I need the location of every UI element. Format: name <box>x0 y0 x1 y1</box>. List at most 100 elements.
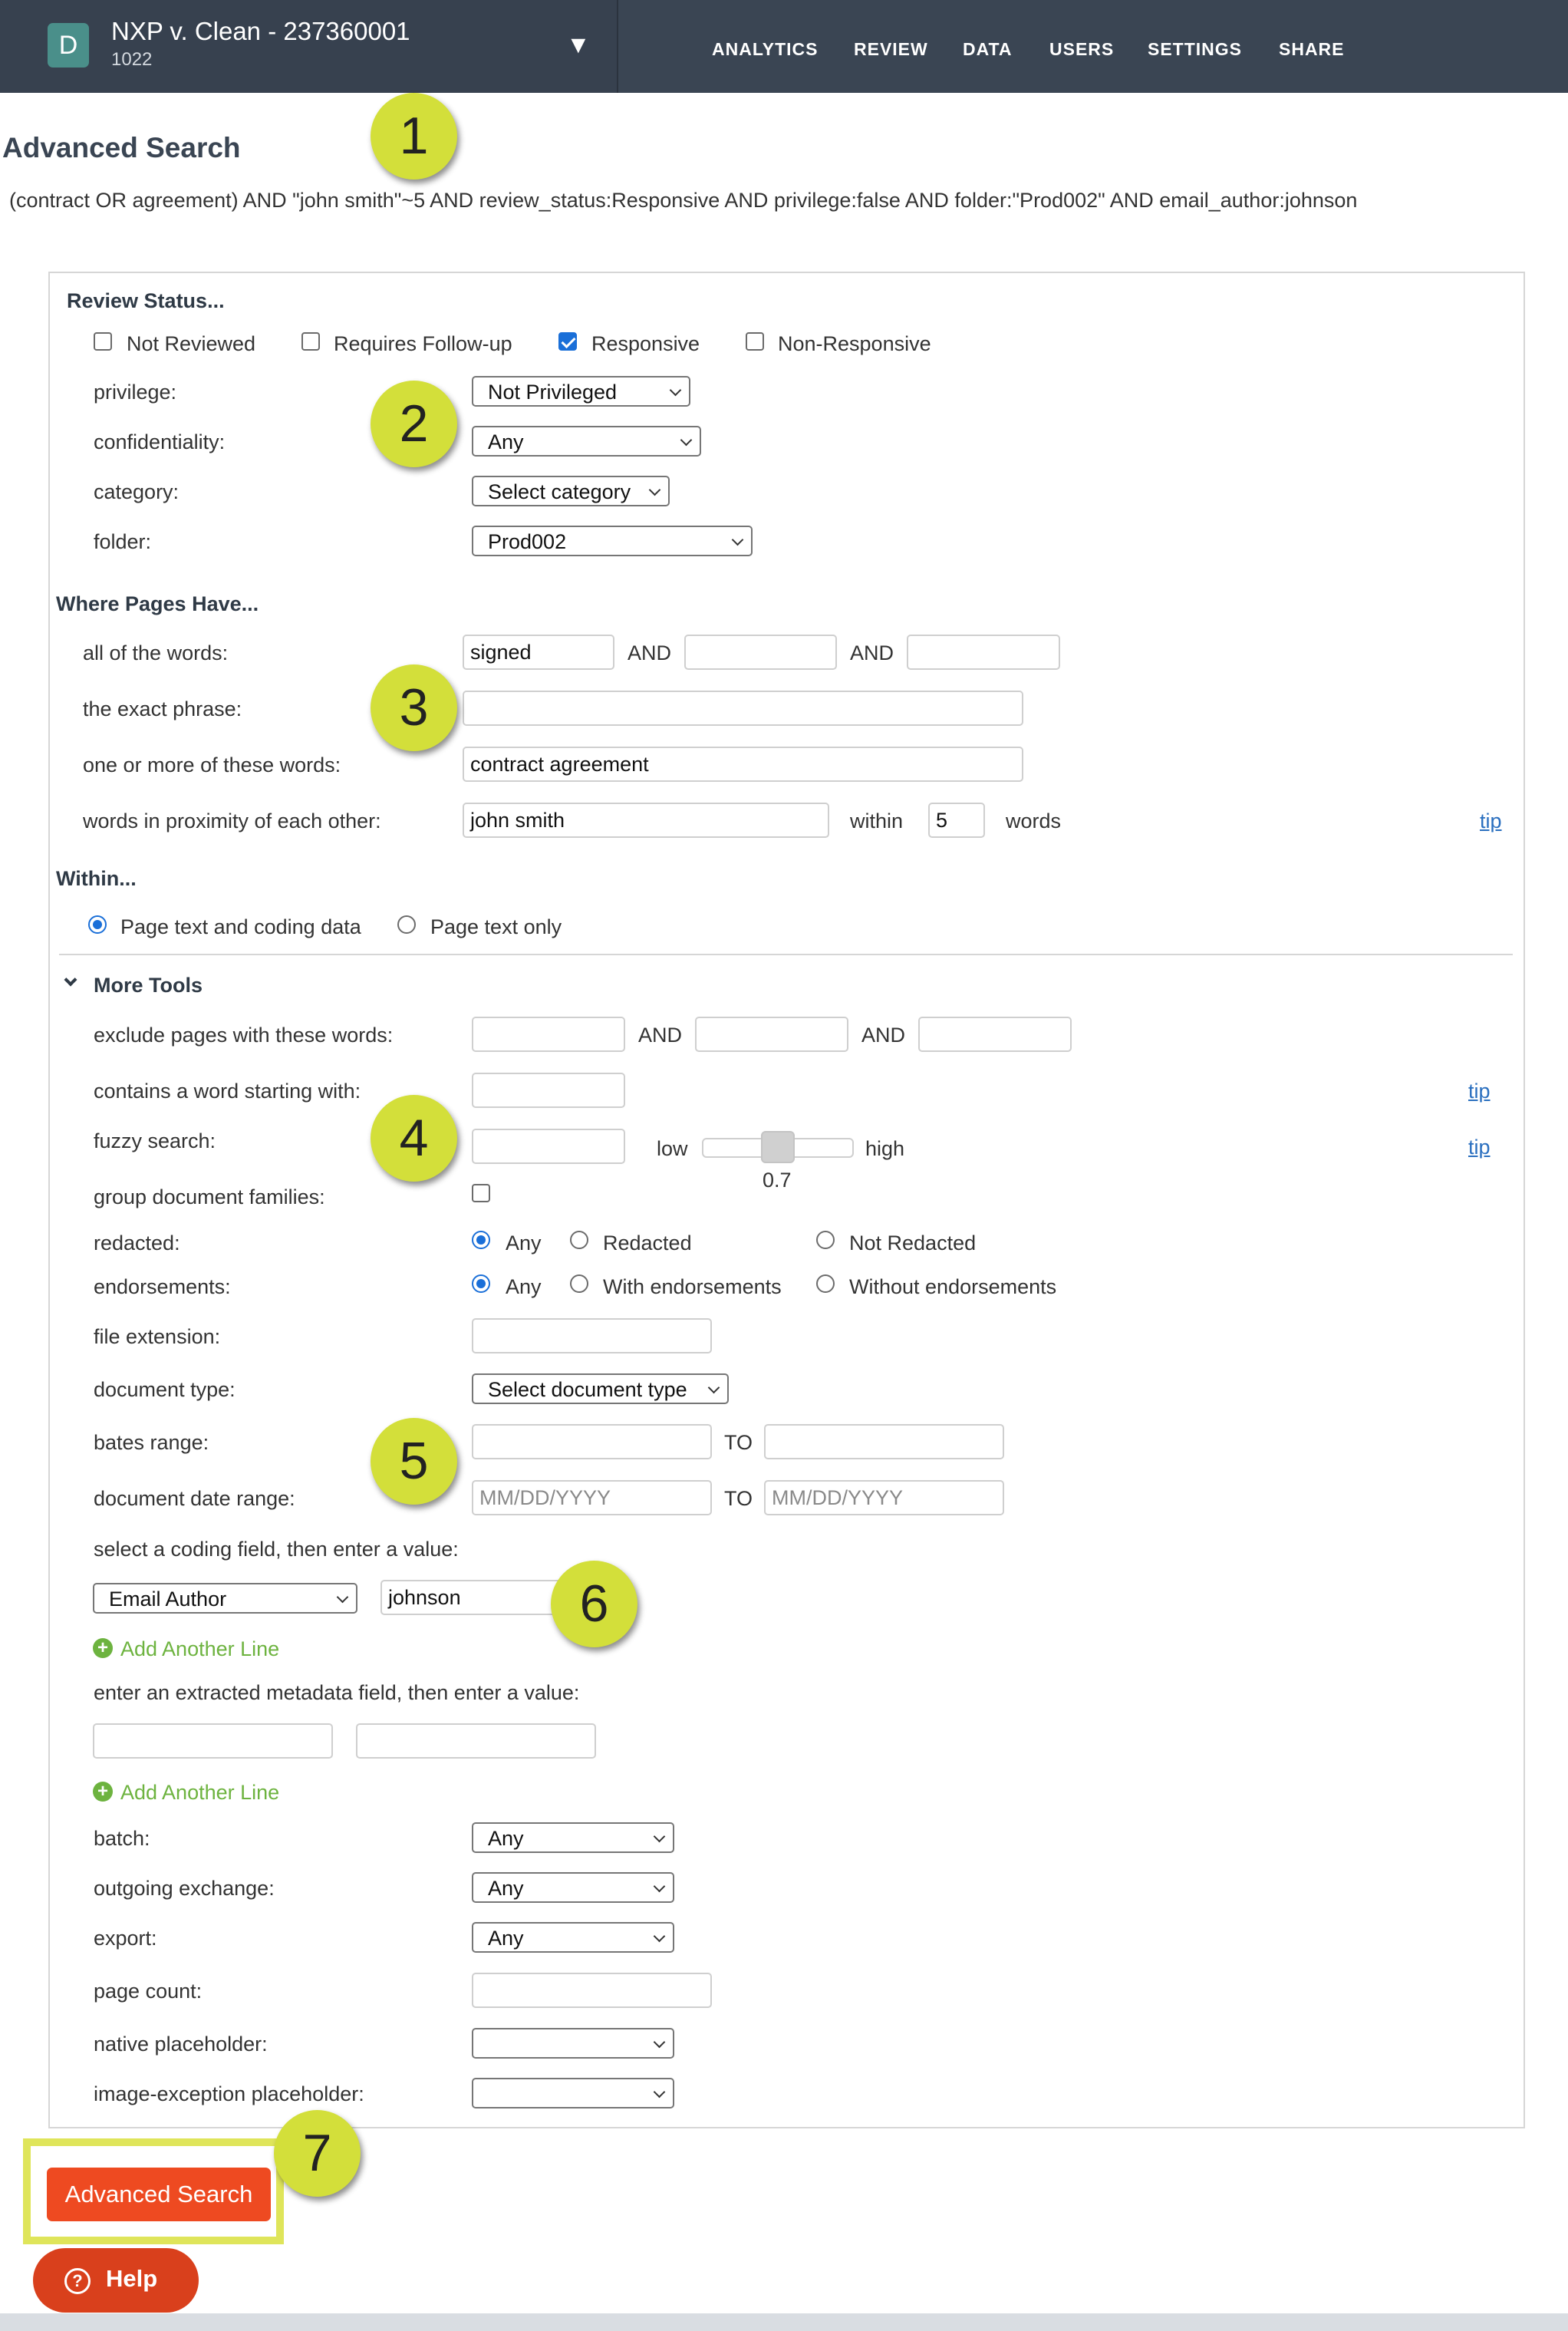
more-tools-toggle[interactable]: More Tools <box>94 974 203 997</box>
coding-field-label: select a coding field, then enter a valu… <box>94 1538 459 1561</box>
all-words-input-2[interactable] <box>684 635 837 670</box>
within-count-input[interactable]: 5 <box>928 803 985 838</box>
radio-page-text-and-coding[interactable] <box>88 915 107 934</box>
section-divider <box>59 954 1513 955</box>
radio-page-text-only[interactable] <box>397 915 416 934</box>
checkbox-not-reviewed[interactable] <box>94 332 112 351</box>
project-avatar: D <box>48 23 89 68</box>
native-placeholder-select[interactable] <box>472 2028 674 2059</box>
image-exception-label: image-exception placeholder: <box>94 2082 364 2105</box>
to-label: TO <box>724 1431 753 1454</box>
document-type-label: document type: <box>94 1378 236 1401</box>
category-select[interactable]: Select category <box>472 476 670 506</box>
redacted-not-redacted-radio[interactable] <box>816 1231 835 1249</box>
outgoing-exchange-label: outgoing exchange: <box>94 1877 275 1900</box>
review-status-heading: Review Status... <box>67 289 225 312</box>
exact-phrase-input[interactable] <box>463 691 1023 726</box>
coding-value-input[interactable]: johnson <box>380 1580 574 1615</box>
all-words-input-3[interactable] <box>907 635 1060 670</box>
checkbox-label: Not Reviewed <box>127 332 256 355</box>
batch-select[interactable]: Any <box>472 1822 674 1853</box>
nav-analytics[interactable]: ANALYTICS <box>712 39 819 60</box>
exclude-input-1[interactable] <box>472 1017 625 1052</box>
step-marker-3: 3 <box>371 664 457 751</box>
fuzzy-search-label: fuzzy search: <box>94 1129 216 1152</box>
radio-label: With endorsements <box>603 1275 782 1298</box>
help-button[interactable]: ? Help <box>33 2248 199 2313</box>
outgoing-exchange-select[interactable]: Any <box>472 1872 674 1903</box>
batch-label: batch: <box>94 1827 150 1850</box>
nav-review[interactable]: REVIEW <box>854 39 928 60</box>
plus-circle-icon[interactable]: + <box>93 1782 113 1802</box>
endorsements-with-radio[interactable] <box>570 1274 588 1293</box>
fuzzy-slider-thumb[interactable] <box>761 1131 795 1163</box>
one-or-more-label: one or more of these words: <box>83 753 341 776</box>
help-label: Help <box>106 2265 158 2292</box>
bates-from-input[interactable] <box>472 1424 712 1459</box>
starting-with-input[interactable] <box>472 1073 625 1108</box>
export-label: export: <box>94 1927 157 1950</box>
checkbox-responsive[interactable] <box>558 332 577 351</box>
fuzzy-low-label: low <box>657 1137 688 1160</box>
exclude-input-3[interactable] <box>918 1017 1072 1052</box>
page-count-label: page count: <box>94 1980 203 2003</box>
confidentiality-select[interactable]: Any <box>472 426 701 457</box>
endorsements-any-radio[interactable] <box>472 1274 490 1293</box>
group-families-checkbox[interactable] <box>472 1184 490 1202</box>
redacted-any-radio[interactable] <box>472 1231 490 1249</box>
radio-label: Any <box>506 1231 542 1255</box>
folder-select[interactable]: Prod002 <box>472 526 753 556</box>
date-from-input[interactable]: MM/DD/YYYY <box>472 1480 712 1515</box>
nav-users[interactable]: USERS <box>1049 39 1114 60</box>
dropdown-caret-icon[interactable]: ▼ <box>566 31 591 59</box>
privilege-label: privilege: <box>94 381 177 404</box>
exclude-words-label: exclude pages with these words: <box>94 1024 394 1047</box>
coding-field-select[interactable]: Email Author <box>93 1583 357 1614</box>
image-exception-select[interactable] <box>472 2078 674 2108</box>
all-words-input-1[interactable]: signed <box>463 635 614 670</box>
privilege-select[interactable]: Not Privileged <box>472 376 690 407</box>
one-or-more-input[interactable]: contract agreement <box>463 747 1023 782</box>
date-to-input[interactable]: MM/DD/YYYY <box>764 1480 1004 1515</box>
metadata-value-input[interactable] <box>356 1723 596 1759</box>
endorsements-without-radio[interactable] <box>816 1274 835 1293</box>
and-label: AND <box>638 1024 683 1047</box>
bates-to-input[interactable] <box>764 1424 1004 1459</box>
checkbox-label: Responsive <box>591 332 700 355</box>
question-icon: ? <box>64 2268 91 2294</box>
checkbox-non-responsive[interactable] <box>746 332 764 351</box>
fuzzy-value: 0.7 <box>763 1169 792 1192</box>
advanced-search-button[interactable]: Advanced Search <box>47 2168 271 2221</box>
document-type-select[interactable]: Select document type <box>472 1373 729 1404</box>
proximity-label: words in proximity of each other: <box>83 809 381 832</box>
exact-phrase-label: the exact phrase: <box>83 697 242 720</box>
words-label: words <box>1006 809 1062 832</box>
page-count-input[interactable] <box>472 1973 712 2008</box>
nav-settings[interactable]: SETTINGS <box>1148 39 1242 60</box>
exclude-input-2[interactable] <box>695 1017 848 1052</box>
category-label: category: <box>94 480 180 503</box>
fuzzy-search-input[interactable] <box>472 1129 625 1164</box>
metadata-field-label: enter an extracted metadata field, then … <box>94 1681 580 1704</box>
plus-circle-icon[interactable]: + <box>93 1638 113 1658</box>
step-marker-2: 2 <box>371 381 457 467</box>
project-switcher[interactable]: D NXP v. Clean - 237360001 1022 ▼ <box>0 0 618 93</box>
redacted-redacted-radio[interactable] <box>570 1231 588 1249</box>
file-extension-input[interactable] <box>472 1318 712 1353</box>
fuzzy-tip-link[interactable]: tip <box>1468 1136 1491 1159</box>
radio-label: Without endorsements <box>849 1275 1057 1298</box>
step-marker-1: 1 <box>371 93 457 180</box>
metadata-field-input[interactable] <box>93 1723 333 1759</box>
proximity-input[interactable]: john smith <box>463 803 829 838</box>
and-label: AND <box>628 641 672 664</box>
bates-range-label: bates range: <box>94 1431 209 1454</box>
proximity-tip-link[interactable]: tip <box>1480 809 1502 833</box>
file-extension-label: file extension: <box>94 1325 221 1348</box>
add-metadata-line-link[interactable]: Add Another Line <box>120 1781 279 1805</box>
nav-share[interactable]: SHARE <box>1279 39 1345 60</box>
nav-data[interactable]: DATA <box>963 39 1012 60</box>
add-coding-line-link[interactable]: Add Another Line <box>120 1637 279 1661</box>
checkbox-requires-follow-up[interactable] <box>301 332 320 351</box>
export-select[interactable]: Any <box>472 1922 674 1953</box>
starting-with-tip-link[interactable]: tip <box>1468 1080 1491 1103</box>
